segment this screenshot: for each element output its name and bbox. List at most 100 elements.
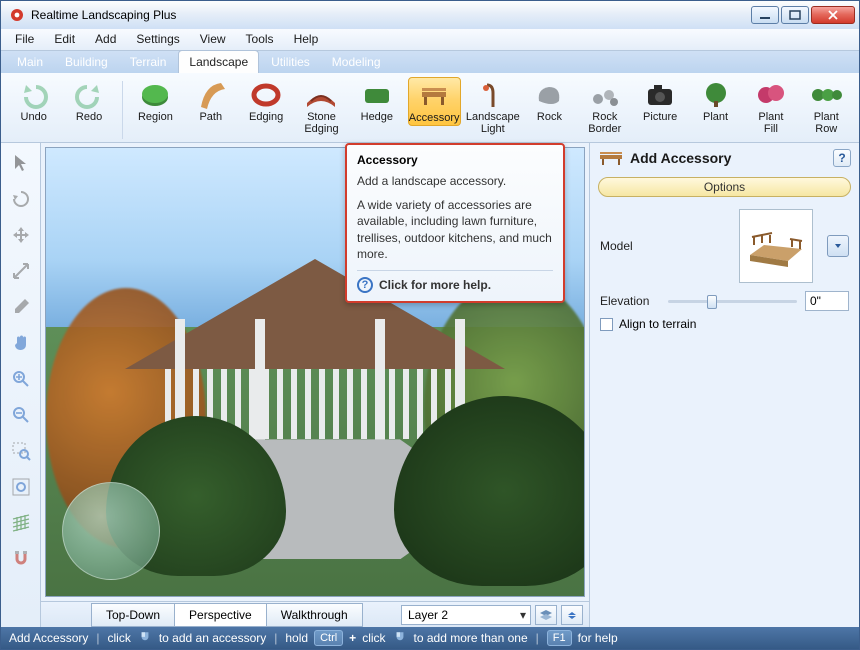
zoom-region-tool[interactable]: [7, 437, 35, 465]
mouse-icon: [392, 631, 408, 645]
tab-landscape[interactable]: Landscape: [178, 50, 259, 73]
tooltip-help-link[interactable]: ? Click for more help.: [357, 270, 553, 293]
maximize-button[interactable]: [781, 6, 809, 24]
hedge-icon: [361, 79, 393, 111]
app-icon: [9, 7, 25, 23]
snap-tool[interactable]: [7, 545, 35, 573]
tool-rail: [1, 143, 41, 627]
status-mode: Add Accessory: [9, 631, 88, 645]
elevation-slider[interactable]: [668, 293, 797, 309]
plant-row-button[interactable]: Plant Row: [802, 77, 851, 135]
rock-border-icon: [589, 79, 621, 111]
menu-view[interactable]: View: [190, 29, 236, 50]
rock-border-button[interactable]: Rock Border: [580, 77, 629, 135]
menu-help[interactable]: Help: [284, 29, 329, 50]
titlebar: Realtime Landscaping Plus: [1, 1, 859, 29]
redo-button[interactable]: Redo: [64, 77, 113, 124]
pan-tool[interactable]: [7, 329, 35, 357]
view-tab-walkthrough[interactable]: Walkthrough: [266, 603, 363, 627]
lamp-icon: [477, 79, 509, 111]
mouse-icon: [137, 631, 153, 645]
f1-key-badge: F1: [547, 630, 572, 646]
rotate-tool[interactable]: [7, 185, 35, 213]
tooltip-title: Accessory: [357, 153, 553, 167]
tab-main[interactable]: Main: [7, 51, 53, 73]
properties-panel: Add Accessory ? Options Model Elevation …: [589, 143, 859, 627]
zoom-in-tool[interactable]: [7, 365, 35, 393]
edging-icon: [250, 79, 282, 111]
move-tool[interactable]: [7, 221, 35, 249]
rock-button[interactable]: Rock: [525, 77, 574, 124]
stone-edging-button[interactable]: Stone Edging: [297, 77, 346, 135]
plant-fill-button[interactable]: Plant Fill: [746, 77, 795, 135]
select-tool[interactable]: [7, 149, 35, 177]
align-to-terrain-label: Align to terrain: [619, 317, 696, 331]
tab-utilities[interactable]: Utilities: [261, 51, 320, 73]
ribbon: Undo Redo Region Path Edging Stone Edgin…: [1, 73, 859, 143]
model-thumbnail[interactable]: [739, 209, 813, 283]
ribbon-separator: [122, 81, 123, 139]
menu-tools[interactable]: Tools: [236, 29, 284, 50]
menu-file[interactable]: File: [5, 29, 44, 50]
plant-button[interactable]: Plant: [691, 77, 740, 124]
tooltip-line-1: Add a landscape accessory.: [357, 173, 553, 189]
grid-tool[interactable]: [7, 509, 35, 537]
align-to-terrain-checkbox[interactable]: [600, 318, 613, 331]
view-bar: Top-Down Perspective Walkthrough Layer 2: [41, 601, 589, 627]
zoom-out-tool[interactable]: [7, 401, 35, 429]
undo-icon: [18, 79, 50, 111]
app-window: Realtime Landscaping Plus File Edit Add …: [0, 0, 860, 650]
scale-tool[interactable]: [7, 257, 35, 285]
menu-add[interactable]: Add: [85, 29, 126, 50]
landscape-light-button[interactable]: Landscape Light: [467, 77, 519, 135]
menu-edit[interactable]: Edit: [44, 29, 85, 50]
close-button[interactable]: [811, 6, 855, 24]
window-title: Realtime Landscaping Plus: [31, 8, 751, 22]
plant-row-icon: [810, 79, 842, 111]
help-icon: ?: [357, 277, 373, 293]
hedge-button[interactable]: Hedge: [352, 77, 401, 124]
model-label: Model: [600, 239, 660, 253]
tabstrip: Main Building Terrain Landscape Utilitie…: [1, 51, 859, 73]
bench-icon: [598, 150, 624, 166]
layer-manager-button[interactable]: [535, 605, 557, 625]
menu-settings[interactable]: Settings: [126, 29, 189, 50]
menubar: File Edit Add Settings View Tools Help: [1, 29, 859, 51]
panel-title: Add Accessory: [630, 150, 827, 166]
redo-icon: [73, 79, 105, 111]
elevation-value[interactable]: 0": [805, 291, 849, 311]
edging-button[interactable]: Edging: [241, 77, 290, 124]
stone-edging-icon: [305, 79, 337, 111]
status-bar: Add Accessory | click to add an accessor…: [1, 627, 859, 649]
view-tab-topdown[interactable]: Top-Down: [91, 603, 175, 627]
tab-building[interactable]: Building: [55, 51, 118, 73]
minimize-button[interactable]: [751, 6, 779, 24]
ctrl-key-badge: Ctrl: [314, 630, 343, 646]
workspace: Accessory Add a landscape accessory. A w…: [1, 143, 859, 627]
undo-button[interactable]: Undo: [9, 77, 58, 124]
bench-icon: [418, 80, 450, 112]
layer-options-button[interactable]: [561, 605, 583, 625]
rock-icon: [533, 79, 565, 111]
layer-select[interactable]: Layer 2: [401, 605, 531, 625]
camera-icon: [644, 79, 676, 111]
path-button[interactable]: Path: [186, 77, 235, 124]
picture-button[interactable]: Picture: [636, 77, 685, 124]
plant-fill-icon: [755, 79, 787, 111]
eyedropper-tool[interactable]: [7, 293, 35, 321]
model-picker-button[interactable]: [827, 235, 849, 257]
tab-modeling[interactable]: Modeling: [322, 51, 391, 73]
accessory-tooltip: Accessory Add a landscape accessory. A w…: [345, 143, 565, 303]
elevation-label: Elevation: [600, 294, 660, 308]
tab-terrain[interactable]: Terrain: [120, 51, 177, 73]
zoom-fit-tool[interactable]: [7, 473, 35, 501]
canvas-area: Accessory Add a landscape accessory. A w…: [41, 143, 589, 627]
panel-help-button[interactable]: ?: [833, 149, 851, 167]
region-icon: [139, 79, 171, 111]
options-section-header[interactable]: Options: [598, 177, 851, 197]
navigation-orb[interactable]: [62, 482, 160, 580]
view-tab-perspective[interactable]: Perspective: [174, 603, 267, 627]
region-button[interactable]: Region: [131, 77, 180, 124]
tooltip-line-2: A wide variety of accessories are availa…: [357, 197, 553, 262]
accessory-button[interactable]: Accessory: [408, 77, 461, 126]
